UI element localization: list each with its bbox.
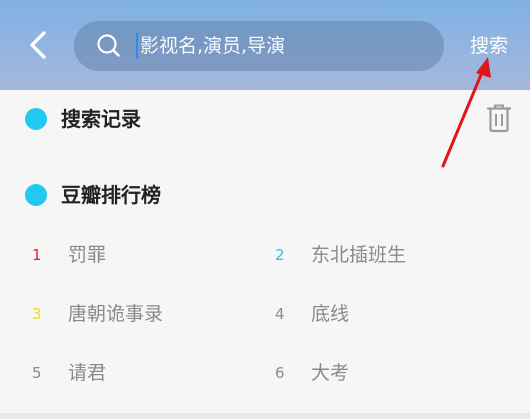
ranking-section-title: 豆瓣排行榜 [61, 183, 161, 207]
back-button[interactable] [18, 22, 58, 68]
rank-title: 罚罪 [68, 244, 107, 266]
ranking-item-4[interactable]: 4 底线 [275, 299, 495, 329]
chevron-left-icon [18, 22, 58, 68]
rank-number: 4 [275, 305, 285, 323]
search-icon [96, 33, 122, 59]
history-section-dot [25, 108, 47, 130]
bottom-divider [0, 413, 530, 419]
search-input[interactable] [138, 21, 430, 71]
history-section-title: 搜索记录 [61, 107, 141, 131]
rank-title: 大考 [311, 362, 350, 384]
trash-icon[interactable] [486, 103, 512, 133]
search-button[interactable]: 搜索 [470, 33, 508, 59]
ranking-item-2[interactable]: 2 东北插班生 [275, 240, 495, 270]
rank-title: 唐朝诡事录 [68, 303, 164, 325]
rank-number: 2 [275, 246, 285, 264]
ranking-item-3[interactable]: 3 唐朝诡事录 [32, 299, 232, 329]
rank-number: 1 [32, 246, 42, 264]
rank-title: 底线 [311, 303, 350, 325]
ranking-item-6[interactable]: 6 大考 [275, 358, 495, 388]
rank-title: 东北插班生 [311, 244, 407, 266]
rank-number: 5 [32, 364, 42, 382]
ranking-item-1[interactable]: 1 罚罪 [32, 240, 232, 270]
rank-number: 3 [32, 305, 42, 323]
ranking-section-dot [25, 184, 47, 206]
rank-title: 请君 [68, 362, 107, 384]
search-box[interactable] [74, 21, 444, 71]
ranking-item-5[interactable]: 5 请君 [32, 358, 232, 388]
search-top-bar: 搜索 [0, 0, 530, 90]
rank-number: 6 [275, 364, 285, 382]
